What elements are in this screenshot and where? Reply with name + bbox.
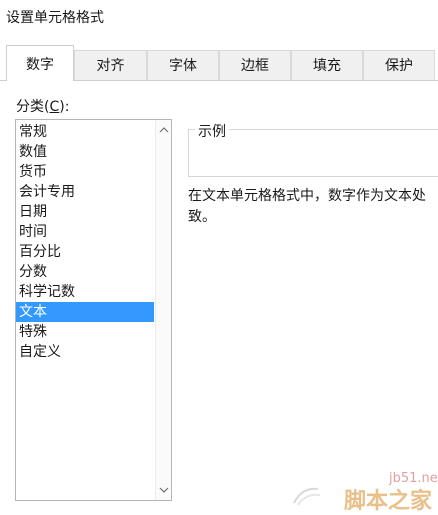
tab-alignment[interactable]: 对齐 <box>74 50 147 80</box>
format-description-line2: 致。 <box>188 209 216 225</box>
category-label: 分类(C): <box>16 96 69 116</box>
category-item-scientific[interactable]: 科学记数 <box>16 282 154 302</box>
category-item-special[interactable]: 特殊 <box>16 322 154 342</box>
category-item-text[interactable]: 文本 <box>16 302 154 322</box>
category-label-mnemonic: C <box>49 99 60 115</box>
watermark-text: 脚本之家 <box>344 489 433 514</box>
category-item-time[interactable]: 时间 <box>16 222 154 242</box>
tab-font[interactable]: 字体 <box>147 50 219 80</box>
tab-bar: 数字 对齐 字体 边框 填充 保护 <box>0 45 438 81</box>
watermark-logo-icon <box>293 487 321 506</box>
category-item-general[interactable]: 常规 <box>16 122 154 142</box>
category-item-percentage[interactable]: 百分比 <box>16 242 154 262</box>
category-item-date[interactable]: 日期 <box>16 202 154 222</box>
tab-number[interactable]: 数字 <box>6 45 74 81</box>
category-label-suffix: ): <box>59 99 70 115</box>
format-description: 在文本单元格格式中，数字作为文本处 致。 <box>188 186 438 228</box>
category-listbox[interactable]: 常规 数值 货币 会计专用 日期 时间 百分比 分数 科学记数 文本 特殊 自定… <box>15 119 172 501</box>
tab-fill[interactable]: 填充 <box>291 50 363 80</box>
category-label-prefix: 分类( <box>16 99 50 115</box>
category-item-number[interactable]: 数值 <box>16 142 154 162</box>
category-scrollbar[interactable] <box>155 120 171 500</box>
category-item-accounting[interactable]: 会计专用 <box>16 182 154 202</box>
category-list: 常规 数值 货币 会计专用 日期 时间 百分比 分数 科学记数 文本 特殊 自定… <box>16 122 154 362</box>
sample-label: 示例 <box>195 121 229 141</box>
format-description-line1: 在文本单元格格式中，数字作为文本处 <box>188 188 426 204</box>
category-item-currency[interactable]: 货币 <box>16 162 154 182</box>
scroll-down-icon[interactable] <box>159 485 169 495</box>
category-item-fraction[interactable]: 分数 <box>16 262 154 282</box>
dialog-title: 设置单元格格式 <box>6 10 104 26</box>
tab-border[interactable]: 边框 <box>219 50 291 80</box>
category-item-custom[interactable]: 自定义 <box>16 342 154 362</box>
tab-protection[interactable]: 保护 <box>363 50 435 80</box>
scroll-up-icon[interactable] <box>159 125 169 135</box>
